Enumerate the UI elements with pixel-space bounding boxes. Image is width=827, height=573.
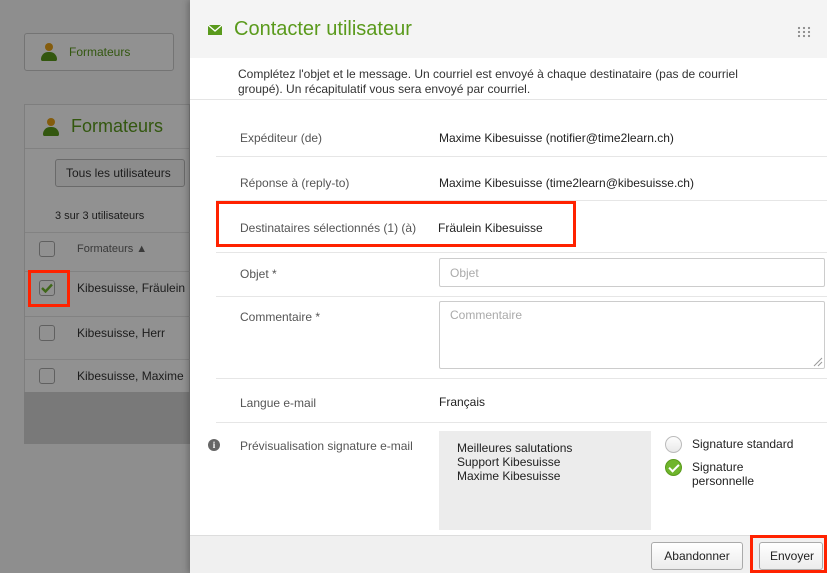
grid-icon[interactable] <box>797 26 811 38</box>
sender-value: Maxime Kibesuisse (notifier@time2learn.c… <box>439 131 674 145</box>
contact-user-dialog: Contacter utilisateur Complétez l'objet … <box>190 0 827 573</box>
signature-preview: Meilleures salutations Support Kibesuiss… <box>439 431 651 530</box>
table-row[interactable]: Kibesuisse, Herr <box>25 316 191 349</box>
signature-line: Support Kibesuisse <box>457 455 561 469</box>
info-icon: i <box>208 439 220 451</box>
row-name: Kibesuisse, Herr <box>77 326 166 340</box>
sender-label: Expéditeur (de) <box>240 131 323 145</box>
table-header-row: Formateurs ▲ <box>25 232 191 265</box>
dialog-intro: Complétez l'objet et le message. Un cour… <box>190 58 827 100</box>
dialog-header: Contacter utilisateur <box>190 0 827 58</box>
subject-label: Objet * <box>240 267 277 281</box>
highlight-recipients <box>216 201 576 247</box>
radio-button[interactable] <box>665 436 682 453</box>
resize-grip-icon[interactable] <box>813 357 823 367</box>
panel-footer <box>24 392 190 444</box>
comment-label: Commentaire * <box>240 310 321 324</box>
subject-row: Objet * <box>216 252 827 296</box>
breadcrumb[interactable]: Formateurs <box>24 33 174 71</box>
reply-to-value: Maxime Kibesuisse (time2learn@kibesuisse… <box>439 176 694 190</box>
table-row[interactable]: Kibesuisse, Maxime <box>25 359 191 392</box>
panel-header: Formateurs <box>25 105 189 149</box>
filter-select[interactable]: Tous les utilisateurs <box>55 159 185 187</box>
row-name: Kibesuisse, Fräulein <box>77 281 186 295</box>
row-checkbox[interactable] <box>39 325 55 341</box>
signature-label: Prévisualisation signature e-mail <box>240 439 413 453</box>
radio-signature-personal[interactable]: Signature personnelle <box>665 459 772 488</box>
row-name: Kibesuisse, Maxime <box>77 369 184 383</box>
radio-label: Signature standard <box>692 437 794 451</box>
language-value: Français <box>439 395 486 409</box>
reply-to-row: Réponse à (reply-to) Maxime Kibesuisse (… <box>216 156 827 200</box>
dialog-form: Expéditeur (de) Maxime Kibesuisse (notif… <box>190 100 827 535</box>
radio-signature-standard[interactable]: Signature standard <box>665 436 793 453</box>
signature-line: Maxime Kibesuisse <box>457 469 561 483</box>
reply-to-label: Réponse à (reply-to) <box>240 176 350 190</box>
cancel-button[interactable]: Abandonner <box>651 542 743 570</box>
language-row: Langue e-mail Français <box>216 378 827 422</box>
highlight-checkbox <box>28 270 70 307</box>
sender-row: Expéditeur (de) Maxime Kibesuisse (notif… <box>216 100 827 156</box>
panel-title: Formateurs <box>71 116 164 136</box>
user-count: 3 sur 3 utilisateurs <box>55 210 145 222</box>
highlight-send-button <box>750 535 827 573</box>
user-icon <box>43 117 59 136</box>
subject-input[interactable] <box>439 258 825 287</box>
row-checkbox[interactable] <box>39 368 55 384</box>
radio-button-checked[interactable] <box>665 459 682 476</box>
language-label: Langue e-mail <box>240 396 317 410</box>
signature-line: Meilleures salutations <box>457 441 573 455</box>
radio-label: Signature personnelle <box>692 460 755 488</box>
user-icon <box>41 43 57 61</box>
dialog-footer: Abandonner Envoyer <box>190 535 827 573</box>
comment-row: Commentaire * <box>216 296 827 378</box>
signature-row: i Prévisualisation signature e-mail Meil… <box>208 422 827 535</box>
breadcrumb-label: Formateurs <box>69 45 131 59</box>
column-header-trainers[interactable]: Formateurs ▲ <box>77 243 147 255</box>
comment-textarea[interactable] <box>439 301 825 369</box>
select-all-checkbox[interactable] <box>39 241 55 257</box>
mail-icon <box>207 24 223 35</box>
dialog-title: Contacter utilisateur <box>234 17 412 40</box>
